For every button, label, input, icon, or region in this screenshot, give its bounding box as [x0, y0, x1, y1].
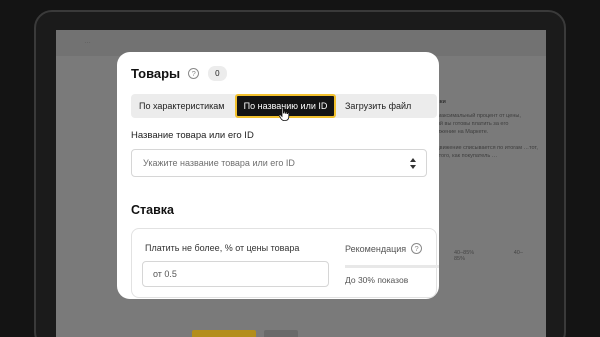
product-select[interactable]: Укажите название товара или его ID — [131, 149, 427, 177]
recommendation-header: Рекомендация ? — [345, 243, 423, 254]
recommendation-help-icon[interactable]: ? — [411, 243, 423, 254]
recommendation-bar — [345, 265, 439, 268]
background-header-text: … — [84, 38, 91, 45]
hand-cursor-icon — [278, 107, 290, 121]
bid-section-title: Ставка — [131, 203, 174, 217]
background-help-text-2: …продвижение списывается по итогам …тот,… — [422, 145, 538, 159]
tab-by-characteristics[interactable]: По характеристикам — [131, 94, 235, 118]
background-secondary-button — [264, 330, 298, 337]
background-help-heading: …ставки — [422, 98, 542, 106]
help-icon[interactable]: ? — [188, 68, 200, 79]
background-help-text-1: …это максимальный процент от цены, котор… — [422, 113, 521, 135]
bid-card: Платить не более, % от цены товара от 0.… — [131, 228, 439, 298]
modal-title: Товары — [131, 66, 181, 81]
background-stats: 40–85% 40–85% — [454, 250, 546, 262]
recommendation-label: Рекомендация — [345, 243, 407, 254]
product-field-label: Название товара или его ID — [131, 130, 254, 141]
recommendation-value: До 30% показов — [345, 275, 409, 285]
background-primary-button — [192, 330, 256, 337]
bid-field-label: Платить не более, % от цены товара — [145, 243, 300, 253]
bid-input[interactable]: от 0.5 — [142, 261, 329, 287]
bid-input-value: от 0.5 — [153, 269, 177, 279]
product-select-placeholder: Укажите название товара или его ID — [143, 158, 295, 168]
modal-header: Товары ? 0 — [131, 66, 227, 81]
background-help-link: … — [422, 168, 542, 176]
background-help-panel: …ставки …это максимальный процент от цен… — [422, 98, 542, 176]
products-count-badge: 0 — [208, 66, 227, 81]
select-arrows-icon — [410, 158, 416, 169]
tab-upload-file[interactable]: Загрузить файл — [336, 94, 437, 118]
products-modal: Товары ? 0 По характеристикам По названи… — [117, 52, 439, 299]
